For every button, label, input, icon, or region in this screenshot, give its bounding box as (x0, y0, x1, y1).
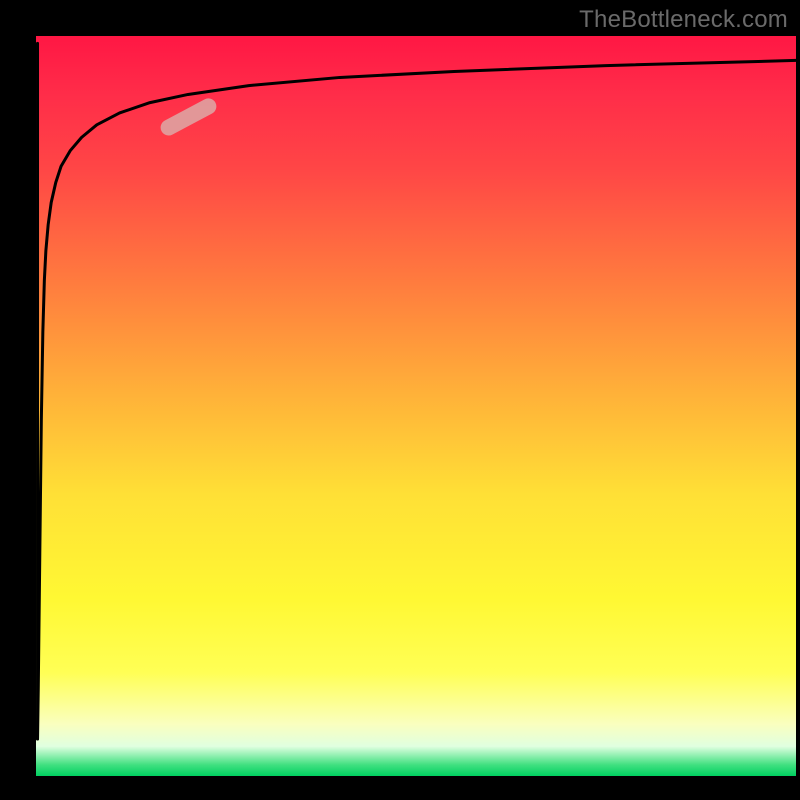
bottleneck-curve (36, 36, 796, 776)
watermark-text: TheBottleneck.com (579, 6, 788, 34)
chart-frame: TheBottleneck.com (0, 0, 800, 800)
plot-area (36, 36, 796, 776)
